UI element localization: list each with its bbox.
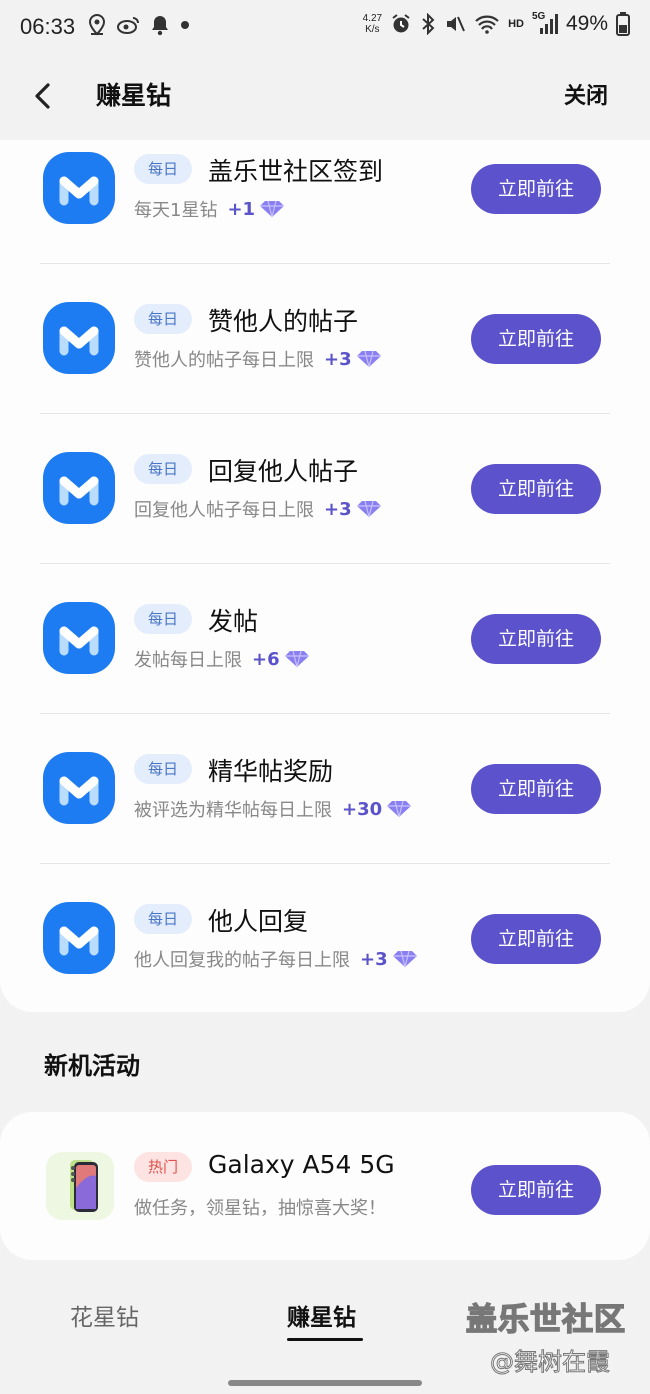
task-title: 发帖 — [208, 607, 259, 636]
active-tab-indicator — [287, 1338, 363, 1341]
go-button[interactable]: 立即前往 — [471, 464, 601, 514]
hot-tag: 热门 — [134, 1152, 193, 1182]
home-indicator[interactable] — [228, 1380, 422, 1386]
reward-amount: +1 — [227, 198, 256, 220]
reward-amount: +3 — [324, 348, 352, 370]
go-button[interactable]: 立即前往 — [471, 314, 601, 364]
battery-icon — [616, 12, 630, 36]
weibo-icon — [117, 17, 139, 34]
daily-tag: 每日 — [134, 604, 193, 634]
diamond-icon — [356, 350, 381, 368]
wifi-icon — [475, 15, 499, 34]
go-button[interactable]: 立即前往 — [471, 764, 601, 814]
diamond-icon — [387, 800, 412, 818]
promo-desc: 做任务，领星钻，抽惊喜大奖！ — [134, 1198, 386, 1219]
phone-icon — [70, 1160, 98, 1212]
task-title: 精华帖奖励 — [208, 757, 334, 786]
status-time: 06:33 — [20, 14, 76, 39]
signal-icon — [539, 14, 558, 34]
back-button[interactable] — [26, 78, 62, 114]
daily-tag: 每日 — [134, 454, 193, 484]
reward-amount: +30 — [342, 798, 383, 820]
task-title: 回复他人帖子 — [208, 457, 359, 486]
task-title: 盖乐世社区签到 — [208, 157, 384, 186]
task-title: 赞他人的帖子 — [208, 307, 359, 336]
daily-tag: 每日 — [134, 154, 193, 184]
diamond-icon — [392, 950, 417, 968]
list-item: 每日 赞他人的帖子 赞他人的帖子每日上限 +3 立即前往 — [40, 264, 610, 414]
chevron-left-icon — [35, 83, 50, 109]
list-item: 每日 精华帖奖励 被评选为精华帖每日上限 +30 立即前往 — [40, 714, 610, 864]
net-speed: 4.27 K/s — [362, 13, 383, 35]
phone-thumbnail — [46, 1152, 114, 1220]
notification-bell-icon — [152, 16, 168, 36]
bluetooth-icon — [422, 13, 435, 35]
alarm-icon — [392, 14, 410, 33]
task-desc: 被评选为精华帖每日上限 +30 — [134, 796, 412, 822]
list-item: 每日 盖乐世社区签到 每天1星钻 +1 立即前往 — [40, 114, 610, 264]
promo-card: 热门 Galaxy A54 5G 做任务，领星钻，抽惊喜大奖！ 立即前往 — [0, 1112, 650, 1260]
members-app-icon — [43, 602, 115, 674]
status-bar: 06:33 4.27 K/s HD 5G 49% — [0, 0, 650, 58]
reward-amount: +6 — [252, 648, 280, 670]
section-title: 新机活动 — [44, 1052, 140, 1080]
members-app-icon — [43, 152, 115, 224]
dot-icon — [181, 21, 189, 29]
tab-earn-diamonds[interactable]: 赚星钻 — [287, 1298, 356, 1332]
members-app-icon — [43, 302, 115, 374]
members-app-icon — [43, 902, 115, 974]
task-desc: 赞他人的帖子每日上限 +3 — [134, 346, 382, 372]
diamond-icon — [284, 650, 309, 668]
task-desc: 每天1星钻 +1 — [134, 196, 285, 222]
daily-tag: 每日 — [134, 304, 193, 334]
list-item: 每日 回复他人帖子 回复他人帖子每日上限 +3 立即前往 — [40, 414, 610, 564]
tab-spend-diamonds[interactable]: 花星钻 — [70, 1298, 139, 1332]
signal-indicator: 5G — [532, 11, 558, 35]
task-title: 他人回复 — [208, 907, 309, 936]
task-desc: 发帖每日上限 +6 — [134, 646, 310, 672]
go-button[interactable]: 立即前往 — [471, 164, 601, 214]
bottom-tab-bar: 花星钻 赚星钻 盖乐世社区 @舞树在霞 — [0, 1270, 650, 1376]
promo-title: Galaxy A54 5G — [208, 1150, 395, 1179]
page-title: 赚星钻 — [96, 81, 172, 110]
close-button[interactable]: 关闭 — [564, 78, 608, 110]
task-desc: 他人回复我的帖子每日上限 +3 — [134, 946, 418, 972]
members-app-icon — [43, 452, 115, 524]
daily-tag: 每日 — [134, 904, 193, 934]
go-button[interactable]: 立即前往 — [471, 914, 601, 964]
list-item: 每日 他人回复 他人回复我的帖子每日上限 +3 立即前往 — [40, 864, 610, 1014]
diamond-icon — [260, 200, 285, 218]
task-list-card: 每日 盖乐世社区签到 每天1星钻 +1 立即前往 每日 赞他人的帖子 赞他人的帖… — [0, 140, 650, 1012]
promo-go-button[interactable]: 立即前往 — [471, 1165, 601, 1215]
battery-percent: 49% — [565, 12, 608, 35]
diamond-icon — [356, 500, 381, 518]
reward-amount: +3 — [324, 498, 352, 520]
watermark-author: @舞树在霞 — [490, 1348, 611, 1377]
reward-amount: +3 — [360, 948, 388, 970]
watermark-title: 盖乐世社区 — [465, 1301, 626, 1339]
task-desc: 回复他人帖子每日上限 +3 — [134, 496, 382, 522]
location-icon — [88, 14, 106, 36]
daily-tag: 每日 — [134, 754, 193, 784]
mute-icon — [447, 16, 465, 32]
go-button[interactable]: 立即前往 — [471, 614, 601, 664]
list-item: 每日 发帖 发帖每日上限 +6 立即前往 — [40, 564, 610, 714]
members-app-icon — [43, 752, 115, 824]
network-label: HD — [508, 18, 524, 30]
